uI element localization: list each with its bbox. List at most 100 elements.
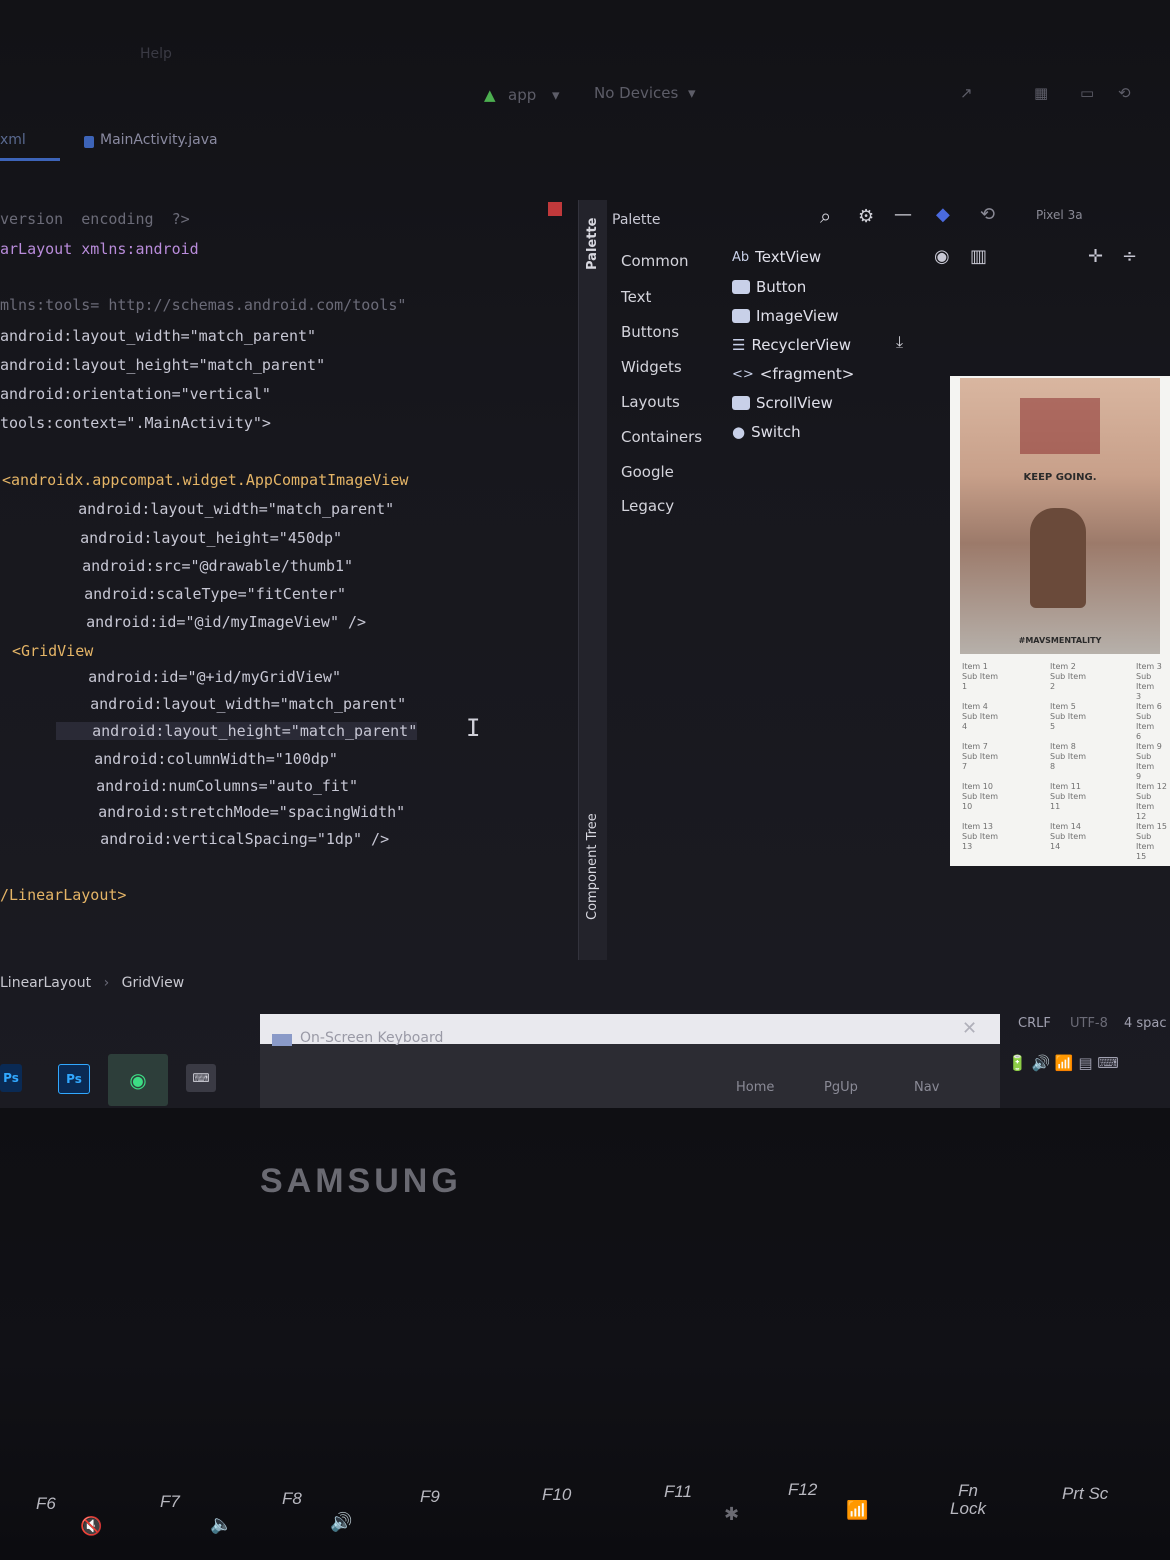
gear-icon[interactable]: ⚙ <box>858 206 874 227</box>
palette-item-switch[interactable]: ● Switch <box>732 423 801 441</box>
design-surface-icon[interactable]: ◆ <box>936 204 950 225</box>
error-marker-icon[interactable] <box>548 202 562 216</box>
code-line: android:id="@+id/myGridView" <box>52 668 341 686</box>
grid-item: Item 15 Sub Item 15 <box>1136 822 1167 861</box>
component-tree-side-tab[interactable]: Component Tree <box>585 813 600 920</box>
code-line: mlns:tools= http://schemas.android.com/t… <box>0 296 407 314</box>
palette-item-button[interactable]: Button <box>732 278 806 296</box>
key-f7[interactable]: F7 <box>160 1492 180 1512</box>
grid-item: Item 7 Sub Item 7 <box>962 742 998 771</box>
device-select[interactable]: No Devices <box>594 84 678 102</box>
grid-item: Item 6 Sub Item 6 <box>1136 702 1162 741</box>
line-separator[interactable]: CRLF <box>1018 1016 1051 1031</box>
download-icon[interactable]: ⤓ <box>896 332 903 352</box>
scrollview-icon <box>732 396 750 410</box>
code-line: version encoding ?> <box>0 210 190 228</box>
chevron-right-icon: › <box>103 975 110 991</box>
tab-xml[interactable]: xml <box>0 132 26 148</box>
file-encoding[interactable]: UTF-8 <box>1070 1016 1108 1031</box>
key-f9[interactable]: F9 <box>420 1487 440 1507</box>
poster-banner <box>1020 398 1100 454</box>
palette-category-layouts[interactable]: Layouts <box>621 393 680 411</box>
key-f12[interactable]: F12 <box>788 1480 817 1500</box>
palette-category-buttons[interactable]: Buttons <box>621 323 679 341</box>
wifi-icon: 📶 <box>846 1500 869 1521</box>
device-select[interactable]: Pixel 3a <box>1036 208 1083 222</box>
orientation-icon[interactable]: ⟲ <box>980 204 995 225</box>
volume-up-icon: 🔊 <box>330 1512 353 1533</box>
breadcrumb: LinearLayout › GridView <box>0 975 184 991</box>
palette-item-label: RecyclerView <box>751 336 851 354</box>
breadcrumb-item-gridview[interactable]: GridView <box>122 975 185 991</box>
blueprint-icon[interactable]: ▥ <box>970 246 987 267</box>
align-icon[interactable]: ÷ <box>1122 246 1137 267</box>
run-icon[interactable]: ↗ <box>960 84 973 102</box>
on-screen-keyboard[interactable] <box>260 1014 1000 1108</box>
indent-setting[interactable]: 4 spac <box>1124 1016 1167 1031</box>
button-icon <box>732 280 750 294</box>
palette-item-textview[interactable]: Ab TextView <box>732 248 821 266</box>
sdk-manager-icon[interactable]: ▦ <box>1034 84 1048 102</box>
palette-item-label: TextView <box>755 248 822 266</box>
grid-item: Item 14 Sub Item 14 <box>1050 822 1086 851</box>
design-toolbar: ◆ ⟲ Pixel 3a ◉ ▥ ✛ ÷ <box>930 200 1170 280</box>
code-editor[interactable]: version encoding ?> arLayout xmlns:andro… <box>0 200 560 904</box>
osk-key-home[interactable]: Home <box>736 1080 774 1095</box>
pack-icon[interactable]: ✛ <box>1088 246 1103 267</box>
palette-side-tab[interactable]: Palette <box>585 218 600 270</box>
palette-item-label: Switch <box>751 423 801 441</box>
image-view-preview: KEEP GOING. #MAVSMENTALITY <box>960 378 1160 654</box>
palette-category-common[interactable]: Common <box>621 252 689 270</box>
grid-item: Item 8 Sub Item 8 <box>1050 742 1086 771</box>
osk-key-nav[interactable]: Nav <box>914 1080 939 1095</box>
code-line: android:src="@drawable/thumb1" <box>46 557 354 575</box>
system-tray-icons[interactable]: 🔋 🔊 📶 ▤ ⌨ <box>1008 1054 1119 1072</box>
breadcrumb-item-linearlayout[interactable]: LinearLayout <box>0 975 91 991</box>
palette-category-legacy[interactable]: Legacy <box>621 497 674 515</box>
palette-item-recyclerview[interactable]: ☰ RecyclerView <box>732 336 851 354</box>
key-f10[interactable]: F10 <box>542 1485 571 1505</box>
key-f8[interactable]: F8 <box>282 1489 302 1509</box>
menu-help[interactable]: Help <box>140 46 172 62</box>
palette-category-widgets[interactable]: Widgets <box>621 358 682 376</box>
palette-category-text[interactable]: Text <box>621 288 651 306</box>
grid-item: Item 1 Sub Item 1 <box>962 662 998 691</box>
active-tab-indicator <box>0 158 60 161</box>
key-f11[interactable]: F11 <box>664 1482 692 1502</box>
on-screen-keyboard-icon[interactable]: ⌨ <box>186 1064 216 1092</box>
gradle-sync-icon[interactable]: ⟲ <box>1118 84 1131 102</box>
palette-item-scrollview[interactable]: ScrollView <box>732 394 833 412</box>
key-f6[interactable]: F6 <box>36 1494 56 1514</box>
palette-item-fragment[interactable]: <> <fragment> <box>732 365 854 383</box>
search-icon[interactable]: ⌕ <box>820 204 831 228</box>
screen: Help ▲ app ▾ No Devices ▾ ↗ ▦ ▭ ⟲ xml Ma… <box>0 0 1170 1108</box>
android-studio-icon[interactable]: ◉ <box>108 1054 168 1106</box>
code-line: arLayout xmlns:android <box>0 240 199 258</box>
osk-title: On-Screen Keyboard <box>300 1030 444 1046</box>
chevron-down-icon: ▾ <box>688 84 696 102</box>
osk-key-pgup[interactable]: PgUp <box>824 1080 858 1095</box>
code-line: android:layout_width="match_parent" <box>42 500 395 518</box>
photoshop-icon[interactable]: Ps <box>0 1064 22 1092</box>
poster-figure <box>1030 508 1086 608</box>
key-fn-lock[interactable]: Fn Lock <box>948 1482 988 1518</box>
code-line-current: android:layout_height="match_parent" <box>56 722 418 740</box>
palette-category-google[interactable]: Google <box>621 463 674 481</box>
tab-mainactivity[interactable]: MainActivity.java <box>100 132 218 148</box>
grid-item: Item 11 Sub Item 11 <box>1050 782 1086 811</box>
photoshop-icon[interactable]: Ps <box>58 1064 90 1094</box>
minimize-icon[interactable]: — <box>894 204 912 225</box>
palette-category-containers[interactable]: Containers <box>621 428 702 446</box>
close-icon[interactable]: ✕ <box>962 1018 977 1039</box>
eye-icon[interactable]: ◉ <box>934 246 950 267</box>
brand-logo: SAMSUNG <box>260 1162 462 1200</box>
key-prt-sc[interactable]: Prt Sc <box>1062 1484 1108 1504</box>
palette-panel: Palette ⌕ ⚙ — Common Text Buttons Widget… <box>608 200 928 960</box>
run-config-select[interactable]: app <box>508 86 536 104</box>
palette-item-imageview[interactable]: ImageView <box>732 307 839 325</box>
code-line: android:scaleType="fitCenter" <box>48 585 347 603</box>
layout-preview[interactable]: KEEP GOING. #MAVSMENTALITY Item 1 Sub Ite… <box>950 376 1170 866</box>
avd-manager-icon[interactable]: ▭ <box>1080 84 1094 102</box>
text-cursor-icon: I <box>466 714 481 742</box>
menu-bar: Help <box>0 40 1170 70</box>
